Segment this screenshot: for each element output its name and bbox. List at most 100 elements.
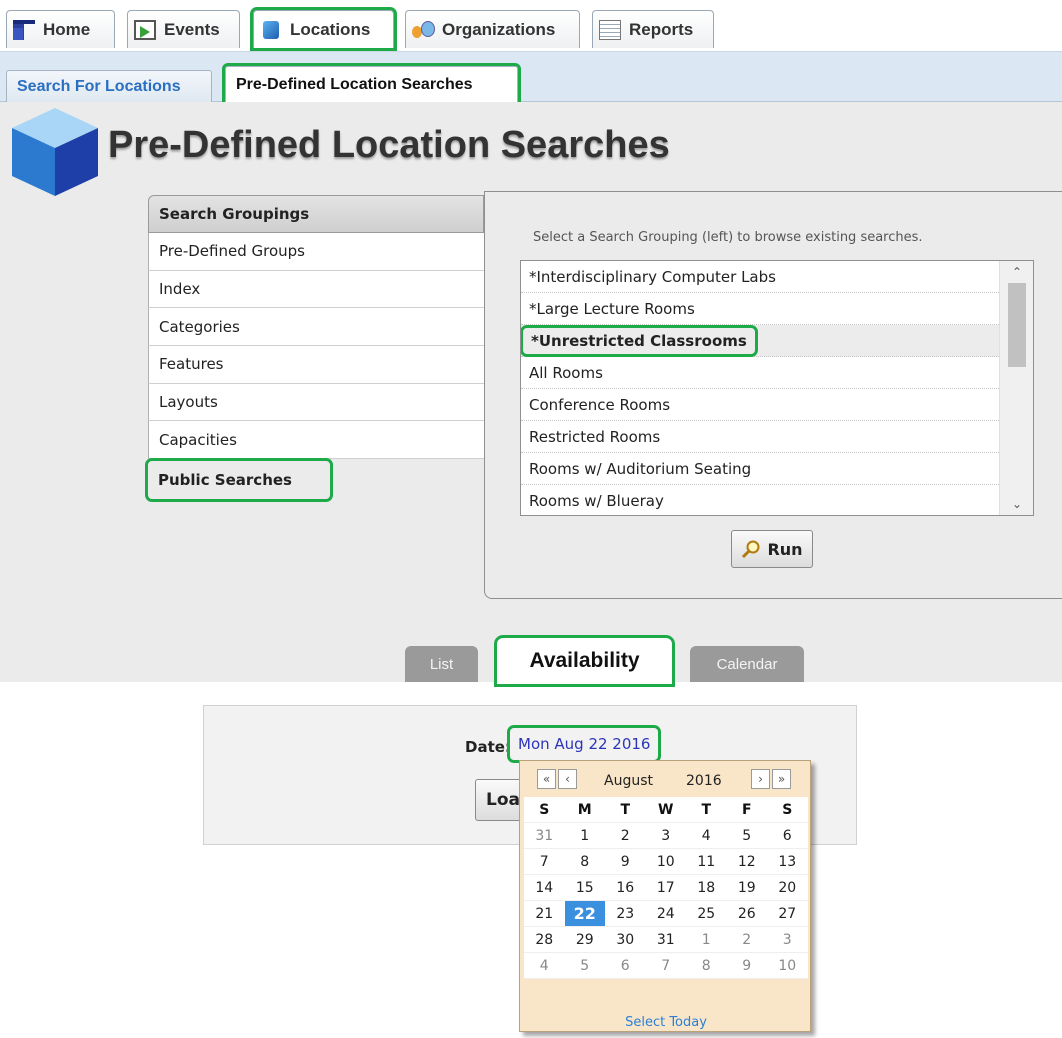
calendar-week: 28 29 30 31 1 2 3 xyxy=(524,927,808,953)
calendar-day[interactable]: 11 xyxy=(686,849,727,874)
calendar-day[interactable]: 10 xyxy=(646,849,687,874)
calendar-day[interactable]: 6 xyxy=(605,953,646,978)
calendar-day[interactable]: 31 xyxy=(524,823,565,848)
tab-home[interactable]: Home xyxy=(6,10,115,48)
calendar-day[interactable]: 13 xyxy=(767,849,808,874)
calendar-day[interactable]: 8 xyxy=(565,849,606,874)
tab-events[interactable]: Events xyxy=(127,10,240,48)
calendar-day[interactable]: 3 xyxy=(646,823,687,848)
calendar-day[interactable]: 1 xyxy=(565,823,606,848)
calendar-day[interactable]: 4 xyxy=(524,953,565,978)
grouping-layouts[interactable]: Layouts xyxy=(148,383,484,422)
calendar-day[interactable]: 4 xyxy=(686,823,727,848)
grouping-index[interactable]: Index xyxy=(148,270,484,309)
search-item[interactable]: *Large Lecture Rooms xyxy=(521,293,999,325)
calendar-day[interactable]: 2 xyxy=(727,927,768,952)
grouping-public-searches[interactable]: Public Searches xyxy=(145,458,333,503)
calendar-day[interactable]: 12 xyxy=(727,849,768,874)
listbox-scrollbar[interactable]: ⌃ ⌄ xyxy=(999,261,1033,515)
tab-reports[interactable]: Reports xyxy=(592,10,714,48)
grouping-features[interactable]: Features xyxy=(148,346,484,384)
search-item[interactable]: Rooms w/ Blueray xyxy=(521,485,999,515)
calendar-day[interactable]: 17 xyxy=(646,875,687,900)
calendar-day[interactable]: 7 xyxy=(524,849,565,874)
grouping-categories[interactable]: Categories xyxy=(148,308,484,347)
tab-locations[interactable]: Locations xyxy=(250,7,397,51)
calendar-day[interactable]: 21 xyxy=(524,901,565,926)
calendar-day[interactable]: 26 xyxy=(727,901,768,926)
tab-label: Events xyxy=(164,19,220,39)
grouping-capacities[interactable]: Capacities xyxy=(148,421,484,460)
scroll-down-icon[interactable]: ⌄ xyxy=(1000,493,1033,515)
search-item[interactable]: Conference Rooms xyxy=(521,389,999,421)
tab-calendar[interactable]: Calendar xyxy=(690,646,804,682)
subtab-label: Search For Locations xyxy=(17,77,181,95)
grouping-pre-defined-groups[interactable]: Pre-Defined Groups xyxy=(148,233,484,271)
calendar-day[interactable]: 29 xyxy=(565,927,606,952)
main-content: Pre-Defined Location Searches Search Gro… xyxy=(0,102,1062,687)
calendar-day[interactable]: 2 xyxy=(605,823,646,848)
calendar-day[interactable]: 8 xyxy=(686,953,727,978)
search-groupings-header: Search Groupings xyxy=(148,195,484,233)
weekday-label: W xyxy=(658,801,674,818)
calendar-day[interactable]: 1 xyxy=(686,927,727,952)
calendar-week: 14 15 16 17 18 19 20 xyxy=(524,875,808,901)
calendar-day[interactable]: 31 xyxy=(646,927,687,952)
weekday-label: S xyxy=(782,801,793,818)
magnifier-icon xyxy=(742,540,760,559)
date-picker-popup: « ‹ August 2016 › » S M T W T F S 31 1 2… xyxy=(519,760,811,1032)
calendar-day-selected[interactable]: 22 xyxy=(564,901,605,926)
tab-label: Reports xyxy=(629,19,694,39)
calendar-day[interactable]: 18 xyxy=(686,875,727,900)
calendar-day[interactable]: 5 xyxy=(727,823,768,848)
events-icon xyxy=(134,19,156,40)
search-item[interactable]: Restricted Rooms xyxy=(521,421,999,453)
calendar-day[interactable]: 25 xyxy=(686,901,727,926)
run-button[interactable]: Run xyxy=(731,530,813,568)
date-label: Date: xyxy=(465,738,511,756)
search-item[interactable]: Rooms w/ Auditorium Seating xyxy=(521,453,999,485)
scroll-thumb[interactable] xyxy=(1008,283,1026,367)
search-item[interactable]: All Rooms xyxy=(521,357,999,389)
calendar-day[interactable]: 20 xyxy=(767,875,808,900)
selected-search-label: *Unrestricted Classrooms xyxy=(521,324,758,357)
calendar-day[interactable]: 19 xyxy=(727,875,768,900)
select-today-link[interactable]: Select Today xyxy=(520,1015,812,1030)
tab-label: Home xyxy=(43,19,91,39)
calendar-day[interactable]: 3 xyxy=(767,927,808,952)
calendar-day[interactable]: 14 xyxy=(524,875,565,900)
weekday-label: M xyxy=(577,801,592,818)
next-year-button[interactable]: » xyxy=(772,769,791,789)
subtab-search-for-locations[interactable]: Search For Locations xyxy=(6,70,212,102)
calendar-day[interactable]: 5 xyxy=(565,953,606,978)
next-month-button[interactable]: › xyxy=(751,769,770,789)
tab-label: Calendar xyxy=(716,655,778,673)
calendar-day[interactable]: 15 xyxy=(565,875,606,900)
subtab-pre-defined-searches[interactable]: Pre-Defined Location Searches xyxy=(222,63,521,105)
calendar-day[interactable]: 10 xyxy=(767,953,808,978)
subtab-label: Pre-Defined Location Searches xyxy=(236,75,473,93)
tab-list[interactable]: List xyxy=(405,646,478,682)
calendar-day[interactable]: 24 xyxy=(646,901,687,926)
calendar-day[interactable]: 7 xyxy=(646,953,687,978)
calendar-day[interactable]: 16 xyxy=(605,875,646,900)
calendar-day[interactable]: 28 xyxy=(524,927,565,952)
tab-organizations[interactable]: Organizations xyxy=(405,10,580,48)
prev-month-button[interactable]: ‹ xyxy=(558,769,577,789)
scroll-up-icon[interactable]: ⌃ xyxy=(1000,261,1033,283)
date-picker-link[interactable]: Mon Aug 22 2016 xyxy=(506,725,662,763)
tab-label: Availability xyxy=(529,649,640,672)
prev-year-button[interactable]: « xyxy=(537,769,556,789)
calendar-day[interactable]: 30 xyxy=(605,927,646,952)
tab-label: Organizations xyxy=(442,19,556,39)
calendar-day[interactable]: 9 xyxy=(605,849,646,874)
calendar-week: 4 5 6 7 8 9 10 xyxy=(524,953,808,979)
tab-availability[interactable]: Availability xyxy=(494,635,675,687)
search-item[interactable]: *Interdisciplinary Computer Labs xyxy=(521,261,999,293)
calendar-day[interactable]: 6 xyxy=(767,823,808,848)
searches-listbox[interactable]: *Interdisciplinary Computer Labs *Large … xyxy=(520,260,1034,516)
search-item-selected[interactable]: *Unrestricted Classrooms xyxy=(521,324,999,357)
calendar-day[interactable]: 23 xyxy=(605,901,646,926)
calendar-day[interactable]: 9 xyxy=(727,953,768,978)
calendar-day[interactable]: 27 xyxy=(767,901,808,926)
